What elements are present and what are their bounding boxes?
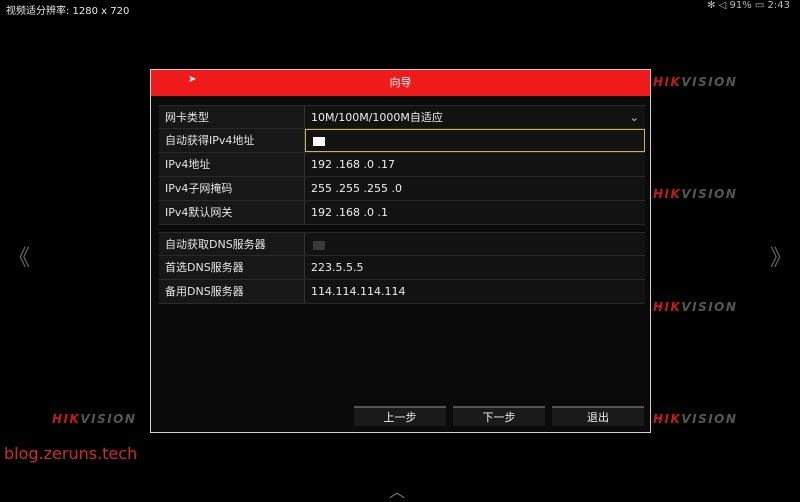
row-label: 首选DNS服务器 [159, 256, 305, 279]
wizard-button-bar: 上一步 下一步 退出 [354, 406, 644, 426]
auto-ipv4-field[interactable] [305, 129, 645, 152]
mouse-cursor-icon: ➤ [188, 74, 197, 85]
row-label: IPv4子网掩码 [159, 177, 305, 200]
hikvision-watermark: HIKVISION [52, 412, 137, 426]
gateway-row: IPv4默认网关 192 .168 .0 .1 [159, 201, 645, 225]
subnet-mask-field[interactable]: 255 .255 .255 .0 [305, 177, 645, 200]
hikvision-watermark: HIKVISION [653, 300, 738, 314]
network-settings-grid: 网卡类型 10M/100M/1000M自适应 ⌄ 自动获得IPv4地址 IPv4… [159, 105, 645, 304]
next-step-button[interactable]: 下一步 [453, 406, 545, 426]
resolution-text: 视频适分辨率: 1280 x 720 [6, 6, 130, 17]
nic-type-select[interactable]: 10M/100M/1000M自适应 ⌄ [305, 106, 645, 128]
left-nav-arrow-icon[interactable]: 《 [8, 240, 30, 272]
gateway-field[interactable]: 192 .168 .0 .1 [305, 201, 645, 224]
preferred-dns-field[interactable]: 223.5.5.5 [305, 256, 645, 279]
subnet-mask-row: IPv4子网掩码 255 .255 .255 .0 [159, 177, 645, 201]
row-label: IPv4默认网关 [159, 201, 305, 224]
dialog-title: 向导 [151, 70, 650, 96]
auto-dns-checkbox[interactable] [313, 240, 325, 250]
alternate-dns-row: 备用DNS服务器 114.114.114.114 [159, 280, 645, 304]
row-label: 自动获取DNS服务器 [159, 233, 305, 255]
prev-step-button[interactable]: 上一步 [354, 406, 446, 426]
row-label: 网卡类型 [159, 106, 305, 128]
hikvision-watermark: HIKVISION [653, 412, 738, 426]
right-nav-arrow-icon[interactable]: 》 [770, 240, 792, 272]
row-label: 备用DNS服务器 [159, 280, 305, 303]
preferred-dns-row: 首选DNS服务器 223.5.5.5 [159, 256, 645, 280]
auto-ipv4-row: 自动获得IPv4地址 [159, 129, 645, 153]
ipv4-address-row: IPv4地址 192 .168 .0 .17 [159, 153, 645, 177]
row-label: IPv4地址 [159, 153, 305, 176]
wizard-dialog: 向导 网卡类型 10M/100M/1000M自适应 ⌄ 自动获得IPv4地址 I… [150, 69, 651, 433]
nic-type-row: 网卡类型 10M/100M/1000M自适应 ⌄ [159, 105, 645, 129]
hikvision-watermark: HIKVISION [653, 187, 738, 201]
chevron-down-icon: ⌄ [629, 111, 639, 124]
alternate-dns-field[interactable]: 114.114.114.114 [305, 280, 645, 303]
hikvision-watermark: HIKVISION [653, 75, 738, 89]
auto-dns-field [305, 233, 645, 255]
system-status: ✻ ◁ 91% ▭ 2:43 [707, 0, 790, 11]
row-label: 自动获得IPv4地址 [159, 129, 305, 152]
ipv4-address-field[interactable]: 192 .168 .0 .17 [305, 153, 645, 176]
status-bar: 视频适分辨率: 1280 x 720 ✻ ◁ 91% ▭ 2:43 [0, 0, 800, 18]
auto-ipv4-checkbox[interactable] [313, 136, 325, 146]
expand-up-icon[interactable]: ︿ [389, 478, 405, 502]
blog-watermark: blog.zeruns.tech [4, 444, 138, 463]
exit-button[interactable]: 退出 [552, 406, 644, 426]
auto-dns-row: 自动获取DNS服务器 [159, 232, 645, 256]
